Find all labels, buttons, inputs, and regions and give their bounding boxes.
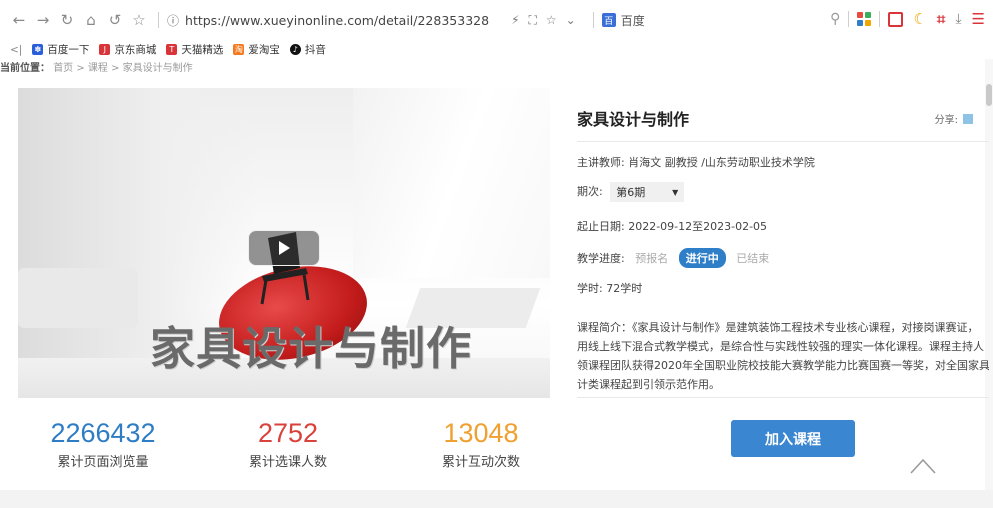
bookmark-label: 京东商城 xyxy=(114,44,157,56)
screenshot-icon[interactable]: ⛶ xyxy=(529,13,537,28)
back-icon[interactable]: ← xyxy=(8,11,30,29)
bookmark-star-icon[interactable]: ☆ xyxy=(546,13,557,27)
date-range: 起止日期: 2022-09-12至2023-02-05 xyxy=(577,220,768,233)
download-icon[interactable]: ⤓ xyxy=(955,11,961,27)
page-bottom-band xyxy=(0,490,993,508)
breadcrumb-path[interactable]: 首页 > 课程 > 家具设计与制作 xyxy=(53,63,192,74)
progress-row: 教学进度: 预报名 进行中 已结束 xyxy=(577,248,769,268)
course-hours: 学时: 72学时 xyxy=(577,282,643,295)
play-icon xyxy=(278,241,290,255)
term-value: 第6期 xyxy=(616,186,646,199)
progress-state-pre: 预报名 xyxy=(635,252,669,265)
bookmark-aitaobao[interactable]: 淘 爱淘宝 xyxy=(233,42,280,57)
bookmark-label: 天猫精选 xyxy=(181,44,224,56)
play-button[interactable] xyxy=(248,230,320,266)
stat-value: 13048 xyxy=(443,418,519,448)
share-control[interactable]: 分享: xyxy=(935,111,973,126)
term-row: 期次: 第6期 ▼ xyxy=(577,182,685,202)
term-select[interactable]: 第6期 ▼ xyxy=(610,182,685,202)
intro-line: 课程简介：《家具设计与制作》是建筑装饰工程技术专业核心课程，对接岗课赛证， xyxy=(577,321,979,334)
stat-label: 累计页面浏览量 xyxy=(57,455,149,470)
bookmark-label: 爱淘宝 xyxy=(248,44,280,56)
stat-enrollments: 2752 累计选课人数 xyxy=(203,418,373,470)
bookmarks-bar: <| ✽ 百度一下 J 京东商城 T 天猫精选 淘 爱淘宝 ♪ 抖音 xyxy=(0,40,993,59)
toolbar-divider-2 xyxy=(592,12,594,28)
stat-label: 累计互动次数 xyxy=(441,455,520,470)
scrollbar-thumb[interactable] xyxy=(986,84,992,106)
undo-icon[interactable]: ↺ xyxy=(104,11,126,29)
stat-value: 2266432 xyxy=(50,418,156,448)
title-divider xyxy=(577,141,989,142)
search-icon[interactable]: ⚲ xyxy=(830,11,840,27)
share-icon[interactable] xyxy=(963,113,973,124)
progress-state-active: 进行中 xyxy=(678,248,726,268)
apps-grid-icon[interactable] xyxy=(857,12,872,26)
bookmark-douyin[interactable]: ♪ 抖音 xyxy=(289,42,326,57)
browser-toolbar: ← → ↻ ⌂ ↺ ☆ ⓘ https://www.xueyinonline.c… xyxy=(0,0,993,40)
toolbar-divider xyxy=(158,12,159,28)
info-icon[interactable]: ⓘ xyxy=(167,12,179,29)
stat-interactions: 13048 累计互动次数 xyxy=(396,418,566,470)
baidu-paw-icon: ✽ xyxy=(32,44,44,55)
intro-line: 计类课程起到引领示范作用。 xyxy=(577,378,720,391)
crop-icon[interactable]: ⌗ xyxy=(937,10,945,28)
share-label: 分享: xyxy=(934,115,958,126)
course-title: 家具设计与制作 xyxy=(577,110,690,129)
intro-line: 领课程团队获得2020年全国职业院校技能大赛教学能力比赛国赛一等奖，对全国家具 xyxy=(577,359,989,372)
cover-window xyxy=(353,88,550,278)
search-engine-label: 百度 xyxy=(620,13,645,28)
jd-icon: J xyxy=(99,44,111,55)
stat-label: 累计选课人数 xyxy=(248,455,327,470)
cover-title: 家具设计与制作 xyxy=(150,322,473,375)
progress-state-ended: 已结束 xyxy=(736,252,770,265)
star-icon[interactable]: ☆ xyxy=(128,11,150,29)
address-tools: ⚡ ⛶ ☆ ⌄ xyxy=(511,13,585,28)
ext-divider-2 xyxy=(879,11,881,27)
breadcrumb: 当前位置： 首页 > 课程 > 家具设计与制作 xyxy=(0,59,193,74)
intro-divider xyxy=(577,397,989,398)
bookmark-label: 百度一下 xyxy=(47,44,90,56)
pdf-icon[interactable] xyxy=(888,11,904,27)
stat-value: 2752 xyxy=(257,418,319,448)
reload-icon[interactable]: ↻ xyxy=(56,11,78,29)
breadcrumb-prefix: 当前位置： xyxy=(0,63,50,74)
bookmarks-collapse-icon[interactable]: <| xyxy=(10,44,22,56)
lightning-icon[interactable]: ⚡ xyxy=(511,13,519,27)
page-scrollbar[interactable] xyxy=(985,59,993,508)
stat-page-views: 2266432 累计页面浏览量 xyxy=(18,418,188,470)
bookmark-label: 抖音 xyxy=(304,44,326,56)
cover-sofa xyxy=(18,268,138,328)
night-mode-icon[interactable]: ☾ xyxy=(913,10,926,28)
join-course-button[interactable]: 加入课程 xyxy=(731,420,855,457)
bookmark-jd[interactable]: J 京东商城 xyxy=(99,42,156,57)
douyin-icon: ♪ xyxy=(289,44,301,55)
bookmark-tmall[interactable]: T 天猫精选 xyxy=(166,42,223,57)
aitaobao-icon: 淘 xyxy=(233,44,245,55)
back-to-top-icon[interactable] xyxy=(909,455,937,475)
teacher-info: 主讲教师: 肖海文 副教授 /山东劳动职业技术学院 xyxy=(577,156,815,169)
term-label: 期次: xyxy=(577,185,603,198)
progress-label: 教学进度: xyxy=(577,252,625,265)
course-stats: 2266432 累计页面浏览量 2752 累计选课人数 13048 累计互动次数 xyxy=(18,418,550,478)
forward-icon[interactable]: → xyxy=(32,11,54,29)
bookmark-baidu[interactable]: ✽ 百度一下 xyxy=(32,42,89,57)
search-engine-box[interactable]: 百 百度 xyxy=(601,12,645,29)
course-video-cover[interactable]: 家具设计与制作 xyxy=(18,88,550,398)
intro-line: 用线上线下混合式教学模式，是综合性与实践性较强的理实一体化课程。课程主持人 xyxy=(577,340,984,353)
baidu-logo-icon: 百 xyxy=(601,13,616,27)
dropdown-icon[interactable]: ⌄ xyxy=(566,13,576,27)
course-intro: 课程简介：《家具设计与制作》是建筑装饰工程技术专业核心课程，对接岗课赛证， 用线… xyxy=(577,318,989,394)
menu-icon[interactable]: ☰ xyxy=(972,10,985,28)
address-bar[interactable]: https://www.xueyinonline.com/detail/2283… xyxy=(185,13,489,28)
caret-down-icon: ▼ xyxy=(672,187,679,197)
home-icon[interactable]: ⌂ xyxy=(80,11,102,29)
ext-divider xyxy=(848,11,850,27)
tmall-icon: T xyxy=(166,44,178,55)
extension-tools: ⚲ ☾ ⌗ ⤓ ☰ xyxy=(830,10,985,28)
